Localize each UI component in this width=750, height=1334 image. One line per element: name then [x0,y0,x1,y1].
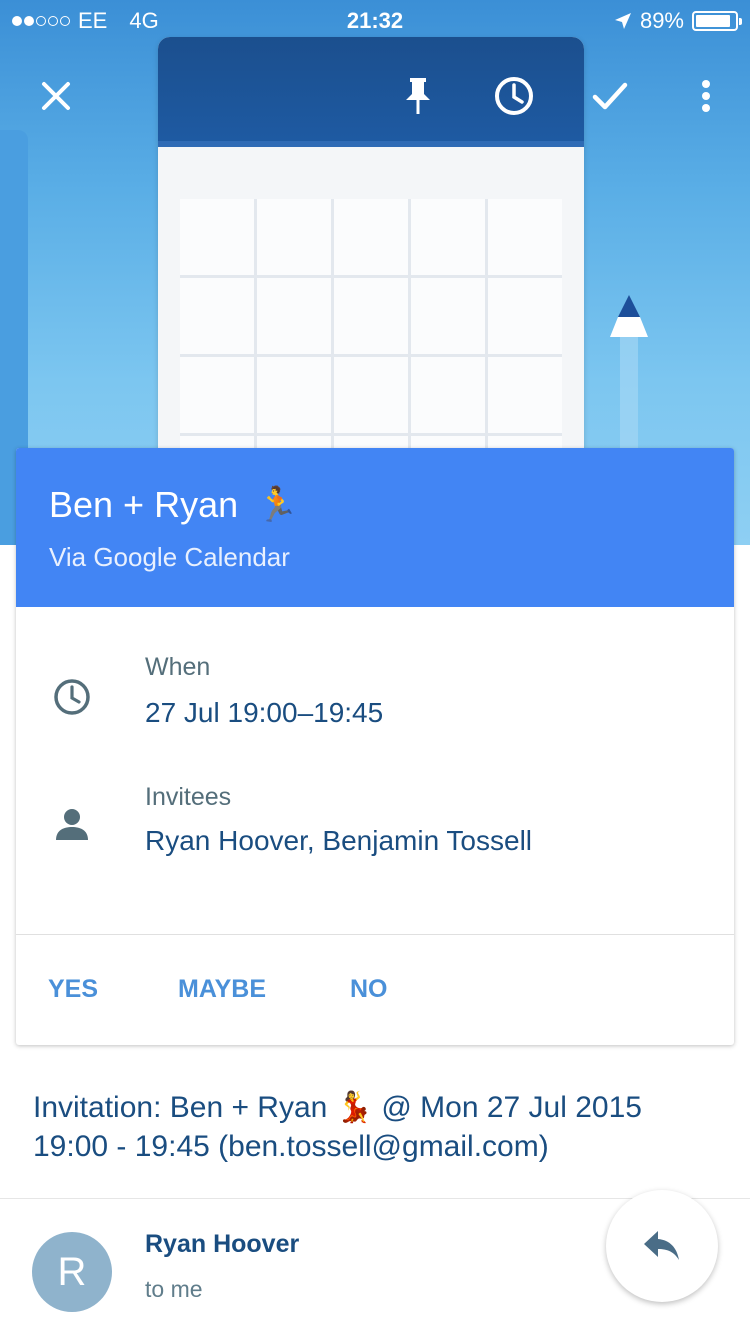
pencil-illustration [610,295,648,455]
when-value: 27 Jul 19:00–19:45 [145,697,384,728]
pin-icon[interactable] [394,72,442,120]
rsvp-maybe-button[interactable]: MAYBE [178,975,266,1004]
clock-icon[interactable] [490,72,538,120]
event-card: Ben + Ryan 🏃 Via Google Calendar When 27… [16,448,734,1045]
battery-icon [692,11,742,31]
rsvp-no-button[interactable]: NO [350,975,388,1004]
sender-name: Ryan Hoover [145,1230,300,1258]
status-bar: EE 4G 21:32 89% [0,0,750,40]
avatar[interactable]: R [32,1232,112,1312]
event-title: Ben + Ryan [49,484,239,525]
email-subject: Invitation: Ben + Ryan 💃 @ Mon 27 Jul 20… [33,1091,642,1163]
rsvp-yes-button[interactable]: YES [48,975,98,1004]
when-row: When 27 Jul 19:00–19:45 [16,643,734,743]
event-card-header: Ben + Ryan 🏃 Via Google Calendar [16,448,734,607]
invitees-value: Ryan Hoover, Benjamin Tossell [145,825,533,856]
invitees-label: Invitees [145,783,232,811]
reply-icon [644,1231,679,1260]
location-arrow-icon [614,13,631,29]
person-icon [51,803,93,845]
title-emoji: 🏃 [256,486,299,524]
recipient-label: to me [145,1276,203,1302]
battery-percent: 89% [639,8,684,33]
invitees-row: Invitees Ryan Hoover, Benjamin Tossell [16,773,734,873]
more-vert-icon[interactable] [682,72,730,120]
card-divider [16,934,734,935]
event-source: Via Google Calendar [49,542,290,572]
check-icon[interactable] [586,72,634,120]
close-icon[interactable] [32,72,80,120]
when-label: When [145,653,211,681]
reply-button[interactable] [606,1190,718,1302]
clock-icon [51,676,93,718]
